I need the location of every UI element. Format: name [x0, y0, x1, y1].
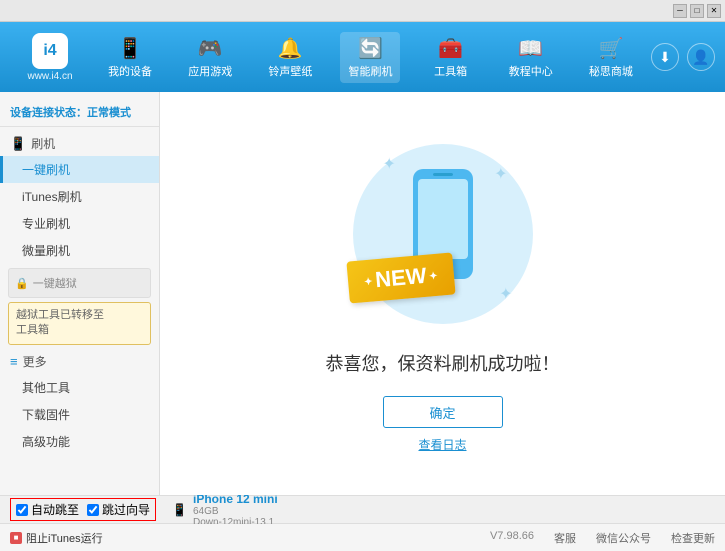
sidebar-item-advanced[interactable]: 高级功能 — [0, 428, 159, 455]
nav-toolbox-label: 工具箱 — [434, 63, 467, 79]
sidebar-item-one-click-flash[interactable]: 一键刷机 — [0, 156, 159, 183]
nav-tutorials[interactable]: 📖 教程中心 — [501, 32, 561, 83]
sidebar-section-flash[interactable]: 📱 刷机 — [0, 131, 159, 156]
device-phone-icon: 📱 — [172, 503, 187, 517]
content-area: ✦ ✦ ✦ NEW 恭喜您，保资料刷机成功啦！ 确定 查看日志 — [160, 92, 725, 495]
confirm-button[interactable]: 确定 — [383, 396, 503, 428]
itunes-stop-label: 阻止iTunes运行 — [26, 530, 103, 546]
apps-games-icon: 🎮 — [198, 36, 223, 61]
device-bar: 自动跳至 跳过向导 📱 iPhone 12 mini 64GB Down-12m… — [0, 496, 725, 524]
auto-jump-checkbox[interactable] — [16, 504, 28, 516]
connection-status: 设备连接状态：正常模式 — [0, 100, 159, 127]
status-label: 设备连接状态： — [10, 107, 87, 119]
status-value: 正常模式 — [87, 107, 131, 119]
my-device-icon: 📱 — [118, 36, 143, 61]
logo-icon: i4 — [32, 33, 68, 69]
minimize-button[interactable]: ─ — [673, 4, 687, 18]
sidebar-item-pro-flash[interactable]: 专业刷机 — [0, 210, 159, 237]
nav-smart-flash-label: 智能刷机 — [348, 63, 392, 79]
title-bar: ─ □ ✕ — [0, 0, 725, 22]
skip-wizard-checkbox[interactable] — [87, 504, 99, 516]
checkbox-container: 自动跳至 跳过向导 — [10, 498, 156, 521]
sidebar-item-other-tools[interactable]: 其他工具 — [0, 374, 159, 401]
sidebar-section-more[interactable]: ≡ 更多 — [0, 349, 159, 374]
nav-toolbox[interactable]: 🧰 工具箱 — [421, 32, 481, 83]
close-button[interactable]: ✕ — [707, 4, 721, 18]
nav-bar: 📱 我的设备 🎮 应用游戏 🔔 铃声壁纸 🔄 智能刷机 🧰 工具箱 📖 教程中心… — [90, 32, 651, 83]
view-log-link[interactable]: 查看日志 — [418, 436, 466, 453]
window-controls: ─ □ ✕ — [673, 4, 721, 18]
nav-smart-flash[interactable]: 🔄 智能刷机 — [340, 32, 400, 83]
header: i4 www.i4.cn 📱 我的设备 🎮 应用游戏 🔔 铃声壁纸 🔄 智能刷机… — [0, 22, 725, 92]
skip-wizard-label: 跳过向导 — [102, 501, 150, 518]
nav-misi-label: 秘思商城 — [589, 63, 633, 79]
flash-section-label: 刷机 — [31, 135, 55, 152]
auto-jump-checkbox-group: 自动跳至 — [16, 501, 79, 518]
success-illustration: ✦ ✦ ✦ NEW — [343, 134, 543, 334]
lock-icon: 🔒 — [15, 277, 29, 290]
auto-jump-label: 自动跳至 — [31, 501, 79, 518]
footer-right: V7.98.66 客服 微信公众号 检查更新 — [490, 530, 715, 546]
star-decoration-1: ✦ — [383, 154, 396, 174]
device-storage: 64GB — [193, 506, 278, 517]
main-area: 设备连接状态：正常模式 📱 刷机 一键刷机 iTunes刷机 专业刷机 微量刷机… — [0, 92, 725, 495]
nav-ringtones[interactable]: 🔔 铃声壁纸 — [260, 32, 320, 83]
sidebar: 设备连接状态：正常模式 📱 刷机 一键刷机 iTunes刷机 专业刷机 微量刷机… — [0, 92, 160, 495]
star-decoration-3: ✦ — [499, 284, 512, 304]
nav-my-device[interactable]: 📱 我的设备 — [100, 32, 160, 83]
flash-section-icon: 📱 — [10, 136, 26, 152]
toolbox-icon: 🧰 — [438, 36, 463, 61]
version-text: V7.98.66 — [490, 530, 534, 546]
locked-jailbreak-item: 🔒 一键越狱 — [15, 273, 144, 293]
sidebar-item-itunes-flash[interactable]: iTunes刷机 — [0, 183, 159, 210]
nav-misi-store[interactable]: 🛒 秘思商城 — [581, 32, 641, 83]
star-decoration-2: ✦ — [494, 164, 507, 184]
ringtones-icon: 🔔 — [278, 36, 303, 61]
wechat-link[interactable]: 微信公众号 — [596, 530, 651, 546]
success-message: 恭喜您，保资料刷机成功啦！ — [326, 350, 560, 376]
nav-apps-label: 应用游戏 — [188, 63, 232, 79]
misi-store-icon: 🛒 — [598, 36, 623, 61]
customer-service-link[interactable]: 客服 — [554, 530, 576, 546]
stop-icon: ■ — [10, 532, 22, 544]
footer-left: ■ 阻止iTunes运行 — [10, 530, 103, 546]
sidebar-alert: 越狱工具已转移至工具箱 — [8, 302, 151, 345]
device-info: 📱 iPhone 12 mini 64GB Down-12mini-13,1 — [172, 492, 278, 528]
logo[interactable]: i4 www.i4.cn — [10, 33, 90, 82]
sidebar-locked-section: 🔒 一键越狱 — [8, 268, 151, 298]
nav-ringtones-label: 铃声壁纸 — [268, 63, 312, 79]
footer-bar: ■ 阻止iTunes运行 V7.98.66 客服 微信公众号 检查更新 — [0, 524, 725, 551]
nav-my-device-label: 我的设备 — [108, 63, 152, 79]
more-section-label: 更多 — [23, 353, 47, 370]
skip-wizard-checkbox-group: 跳过向导 — [87, 501, 150, 518]
sidebar-item-micro-flash[interactable]: 微量刷机 — [0, 237, 159, 264]
logo-url: www.i4.cn — [27, 71, 72, 82]
check-update-link[interactable]: 检查更新 — [671, 530, 715, 546]
header-right: ⬇ 👤 — [651, 43, 715, 71]
user-button[interactable]: 👤 — [687, 43, 715, 71]
nav-tutorials-label: 教程中心 — [509, 63, 553, 79]
tutorials-icon: 📖 — [518, 36, 543, 61]
itunes-stop-button[interactable]: ■ 阻止iTunes运行 — [10, 530, 103, 546]
download-button[interactable]: ⬇ — [651, 43, 679, 71]
more-section-icon: ≡ — [10, 354, 18, 369]
maximize-button[interactable]: □ — [690, 4, 704, 18]
circle-background: ✦ ✦ ✦ NEW — [353, 144, 533, 324]
sidebar-item-download-firmware[interactable]: 下载固件 — [0, 401, 159, 428]
nav-apps-games[interactable]: 🎮 应用游戏 — [180, 32, 240, 83]
smart-flash-icon: 🔄 — [358, 36, 383, 61]
bottom-section: 自动跳至 跳过向导 📱 iPhone 12 mini 64GB Down-12m… — [0, 495, 725, 551]
